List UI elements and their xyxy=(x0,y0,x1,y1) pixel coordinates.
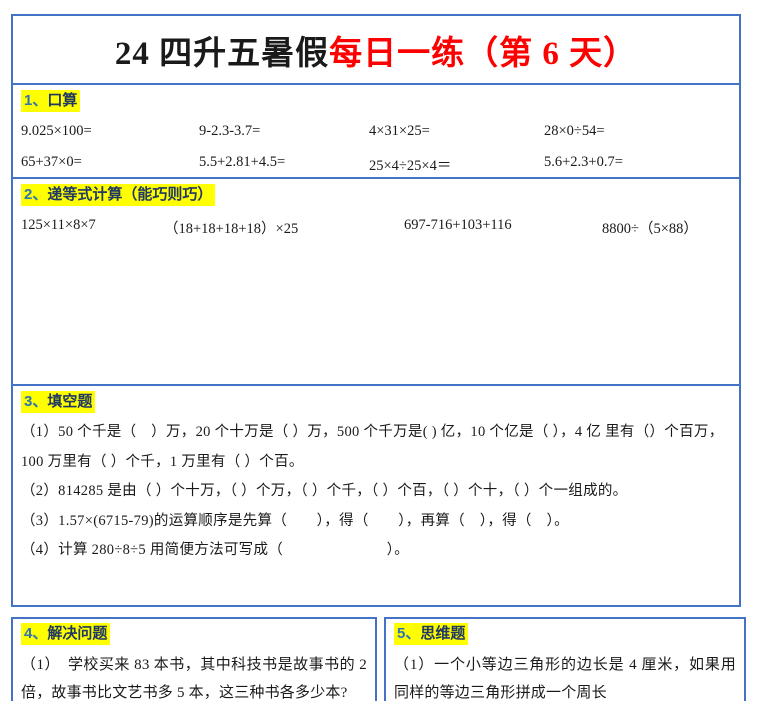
word-problem-text: （1） 学校买来 83 本书，其中科技书是故事书的 2 倍，故事书比文艺书多 5… xyxy=(21,652,367,701)
section5-number: 5、 xyxy=(397,625,420,642)
stepwise-problem: 125×11×8×7 xyxy=(21,217,164,238)
section4-number: 4、 xyxy=(24,625,47,642)
fill-blank-item: （1）50 个千是（ ）万，20 个十万是（ ）万，500 个千万是( ) 亿，… xyxy=(21,418,731,477)
worksheet-title: 24 四升五暑假每日一练（第 6 天） xyxy=(13,16,739,83)
fill-blank-item: （4）计算 280÷8÷5 用简便方法可写成（ ）。 xyxy=(21,536,731,566)
section3-title: 填空题 xyxy=(47,393,92,410)
oral-problem: 25×4÷25×4＝ xyxy=(369,154,544,175)
section2-title: 递等式计算（能巧则巧） xyxy=(47,186,212,203)
section-fill-blanks: 3、填空题 （1）50 个千是（ ）万，20 个十万是（ ）万，500 个千万是… xyxy=(13,384,739,605)
stepwise-problem: （18+18+18+18）×25 xyxy=(164,217,404,238)
section4-title: 解决问题 xyxy=(47,625,107,642)
oral-problem: 4×31×25= xyxy=(369,123,544,140)
bottom-sections: 4、解决问题 （1） 学校买来 83 本书，其中科技书是故事书的 2 倍，故事书… xyxy=(11,617,746,701)
section3-heading: 3、填空题 xyxy=(21,391,95,413)
oral-problem: 5.5+2.81+4.5= xyxy=(199,154,369,175)
oral-problem: 5.6+2.3+0.7= xyxy=(544,154,731,175)
section-word-problems: 4、解决问题 （1） 学校买来 83 本书，其中科技书是故事书的 2 倍，故事书… xyxy=(11,617,377,701)
oral-problem: 28×0÷54= xyxy=(544,123,731,140)
fill-blank-item: （3）1.57×(6715-79)的运算顺序是先算（ ），得（ ），再算（ ），… xyxy=(21,507,731,537)
fill-blank-items: （1）50 个千是（ ）万，20 个十万是（ ）万，500 个千万是( ) 亿，… xyxy=(21,418,731,566)
fill-blank-item: （2）814285 是由（ ）个十万，（ ）个万，（ ）个千，（ ）个百，（ ）… xyxy=(21,477,731,507)
oral-problem: 9.025×100= xyxy=(21,123,199,140)
section1-number: 1、 xyxy=(24,92,47,109)
section-thinking: 5、思维题 （1）一个小等边三角形的边长是 4 厘米，如果用同样的等边三角形拼成… xyxy=(384,617,746,701)
worksheet-table: 24 四升五暑假每日一练（第 6 天） 1、口算 9.025×100= 9-2.… xyxy=(11,14,741,607)
oral-problem: 65+37×0= xyxy=(21,154,199,175)
thinking-problem-text: （1）一个小等边三角形的边长是 4 厘米，如果用同样的等边三角形拼成一个周长 xyxy=(394,652,736,701)
section4-heading: 4、解决问题 xyxy=(21,623,110,645)
worksheet-page: 24 四升五暑假每日一练（第 6 天） 1、口算 9.025×100= 9-2.… xyxy=(0,0,757,701)
title-red-part: 每日一练（第 6 天） xyxy=(329,26,637,74)
section-stepwise-calc: 2、递等式计算（能巧则巧） 125×11×8×7 （18+18+18+18）×2… xyxy=(13,177,739,384)
title-black-part: 24 四升五暑假 xyxy=(115,26,329,74)
section5-heading: 5、思维题 xyxy=(394,623,468,645)
stepwise-problem: 697-716+103+116 xyxy=(404,217,602,238)
section5-title: 思维题 xyxy=(420,625,465,642)
section1-title: 口算 xyxy=(47,92,77,109)
section3-number: 3、 xyxy=(24,393,47,410)
oral-calc-problems: 9.025×100= 9-2.3-3.7= 4×31×25= 28×0÷54= … xyxy=(21,123,731,175)
section1-heading: 1、口算 xyxy=(21,90,80,112)
section-oral-calc: 1、口算 9.025×100= 9-2.3-3.7= 4×31×25= 28×0… xyxy=(13,83,739,177)
section2-heading: 2、递等式计算（能巧则巧） xyxy=(21,184,215,206)
stepwise-problems: 125×11×8×7 （18+18+18+18）×25 697-716+103+… xyxy=(21,217,731,238)
oral-problem: 9-2.3-3.7= xyxy=(199,123,369,140)
section2-number: 2、 xyxy=(24,186,47,203)
stepwise-problem: 8800÷（5×88） xyxy=(602,217,731,238)
